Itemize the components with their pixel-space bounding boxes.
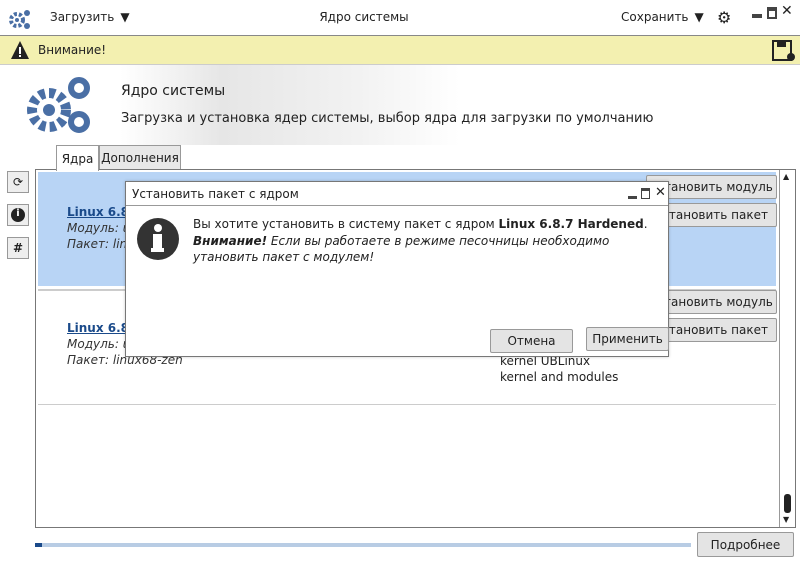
hash-icon: # (12, 241, 24, 255)
progress-fill (35, 543, 42, 547)
warning-text: Внимание! (38, 43, 107, 57)
warning-bar: Внимание! (0, 36, 800, 65)
warning-icon (11, 41, 29, 59)
scrollbar-thumb[interactable] (784, 494, 791, 513)
refresh-button[interactable]: ⟳ (7, 171, 29, 193)
minimize-button[interactable] (752, 14, 762, 18)
scroll-down-icon[interactable]: ▼ (783, 515, 789, 524)
save-label: Сохранить (621, 10, 689, 24)
window-title: Ядро системы (319, 10, 409, 24)
dialog-title: Установить пакет с ядром (132, 187, 299, 201)
maximize-button[interactable] (767, 7, 777, 19)
scroll-up-icon[interactable]: ▲ (783, 172, 789, 181)
dialog-maximize-button[interactable] (641, 188, 650, 199)
message-end: . (643, 217, 648, 231)
message-text: Вы хотите установить в систему пакет с я… (193, 217, 499, 231)
dialog-minimize-button[interactable] (628, 196, 637, 199)
gear-icon[interactable]: ⚙ (717, 8, 731, 27)
info-button[interactable]: i (7, 204, 29, 226)
kernel-module: Модуль: u (67, 337, 131, 351)
dialog-titlebar: Установить пакет с ядром ✕ (126, 182, 668, 206)
progress-bar (35, 543, 691, 547)
chevron-down-icon: ▼ (694, 10, 704, 24)
dialog-close-button[interactable]: ✕ (655, 185, 666, 200)
save-disk-icon[interactable] (772, 40, 796, 62)
message-kernel: Linux 6.8.7 Hardened (498, 217, 644, 231)
message-warning-bold: Внимание! (193, 233, 268, 248)
gears-large-icon (27, 77, 90, 133)
dialog-message: Вы хотите установить в систему пакет с я… (193, 216, 653, 266)
save-menu[interactable]: Сохранить ▼ (621, 10, 704, 24)
install-dialog: Установить пакет с ядром ✕ Вы хотите уст… (125, 181, 669, 357)
hash-button[interactable]: # (7, 237, 29, 259)
close-button[interactable]: ✕ (781, 3, 793, 19)
header-background (120, 65, 460, 145)
page-subtitle: Загрузка и установка ядер системы, выбор… (121, 111, 654, 126)
apply-button[interactable]: Применить (586, 327, 669, 351)
info-icon (137, 218, 179, 260)
details-button[interactable]: Подробнее (697, 532, 794, 557)
cancel-button[interactable]: Отмена (490, 329, 573, 353)
kernel-name-link[interactable]: Linux 6.8. (67, 205, 134, 219)
tab-kernels[interactable]: Ядра (56, 145, 99, 171)
title-bar: Загрузить ▼ Ядро системы Сохранить ▼ ⚙ ✕ (0, 0, 800, 36)
refresh-icon: ⟳ (12, 175, 24, 189)
tab-addons[interactable]: Дополнения (99, 145, 181, 170)
info-icon: i (11, 208, 25, 222)
kernel-name-link[interactable]: Linux 6.8. (67, 321, 134, 335)
divider (38, 404, 776, 405)
kernel-module: Модуль: u (67, 221, 131, 235)
page-title: Ядро системы (121, 83, 226, 99)
kernel-description: kernel UBLinux kernel and modules (500, 354, 619, 384)
scrollbar[interactable]: ▲ ▼ (779, 170, 795, 527)
